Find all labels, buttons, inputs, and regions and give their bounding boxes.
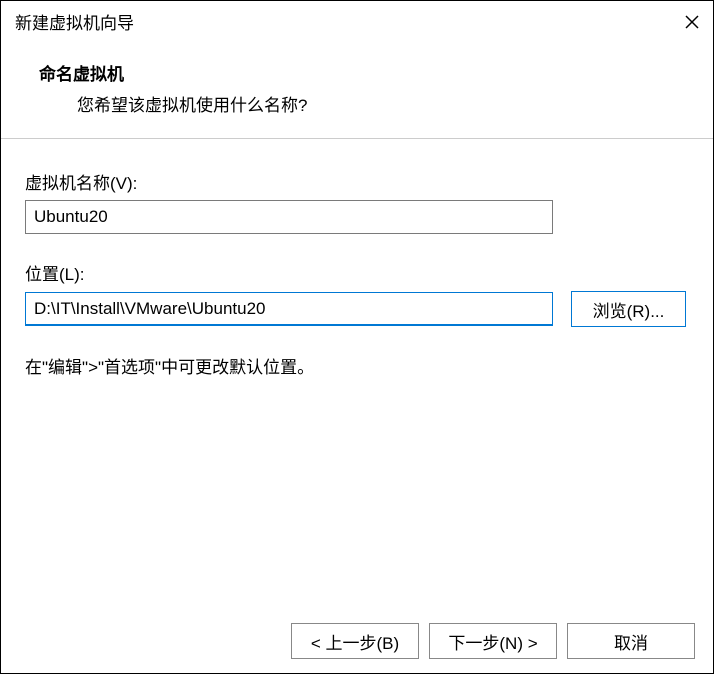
next-button[interactable]: 下一步(N) > (429, 623, 557, 659)
location-label: 位置(L): (25, 260, 689, 285)
window-title: 新建虚拟机向导 (15, 9, 134, 34)
wizard-header: 命名虚拟机 您希望该虚拟机使用什么名称? (1, 42, 713, 139)
wizard-footer: < 上一步(B) 下一步(N) > 取消 (1, 611, 713, 673)
location-input[interactable] (25, 292, 553, 326)
vm-name-input[interactable] (25, 200, 553, 234)
titlebar: 新建虚拟机向导 (1, 1, 713, 42)
location-group: 位置(L): 浏览(R)... (25, 260, 689, 327)
close-icon (684, 14, 700, 30)
location-row: 浏览(R)... (25, 291, 689, 327)
vm-name-label: 虚拟机名称(V): (25, 169, 689, 194)
page-subtitle: 您希望该虚拟机使用什么名称? (39, 91, 699, 116)
cancel-button[interactable]: 取消 (567, 623, 695, 659)
wizard-content: 虚拟机名称(V): 位置(L): 浏览(R)... 在"编辑">"首选项"中可更… (1, 139, 713, 611)
back-button[interactable]: < 上一步(B) (291, 623, 419, 659)
close-button[interactable] (683, 13, 701, 31)
page-title: 命名虚拟机 (39, 60, 699, 85)
browse-button[interactable]: 浏览(R)... (571, 291, 686, 327)
hint-text: 在"编辑">"首选项"中可更改默认位置。 (25, 353, 689, 378)
vm-name-group: 虚拟机名称(V): (25, 169, 689, 234)
